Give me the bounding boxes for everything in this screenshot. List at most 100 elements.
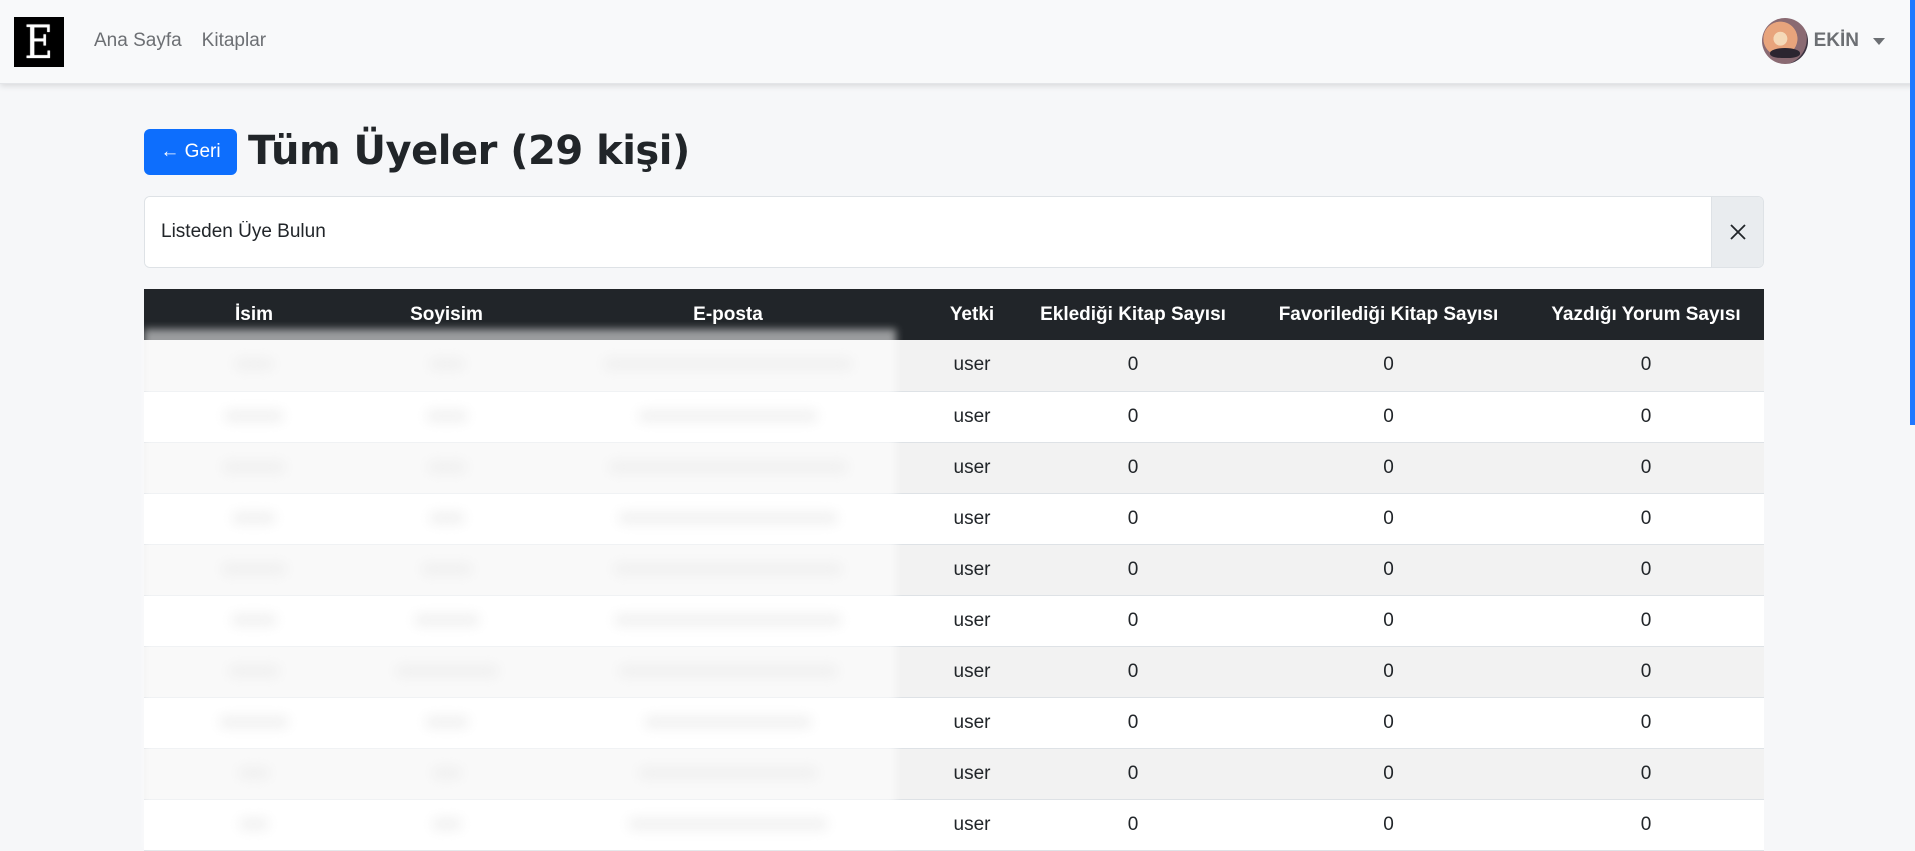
- cell-soyisim-redacted: [364, 544, 529, 596]
- cell-yetki: user: [927, 340, 1017, 392]
- cell-eklenen: 0: [1017, 442, 1249, 494]
- cell-eposta-redacted: [529, 493, 927, 545]
- cell-isim-redacted: [144, 595, 364, 647]
- cell-eposta-redacted: [529, 646, 927, 698]
- cell-yetki: user: [927, 442, 1017, 494]
- cell-yorum: 0: [1528, 799, 1764, 851]
- cell-eklenen: 0: [1017, 544, 1249, 596]
- cell-favori: 0: [1249, 340, 1528, 392]
- column-header-yetki[interactable]: Yetki: [927, 289, 1017, 340]
- back-button[interactable]: ← Geri: [144, 129, 237, 175]
- cell-isim-redacted: [144, 493, 364, 545]
- nav-link-kitaplar[interactable]: Kitaplar: [202, 30, 266, 52]
- column-header-eposta[interactable]: E-posta: [529, 289, 927, 340]
- cell-yorum: 0: [1528, 340, 1764, 392]
- user-name: EKİN: [1813, 30, 1859, 51]
- cell-yorum: 0: [1528, 748, 1764, 800]
- cell-eklenen: 0: [1017, 697, 1249, 749]
- column-header-isim[interactable]: İsim: [144, 289, 364, 340]
- table-row[interactable]: user 0 0 0: [144, 799, 1764, 851]
- cell-yorum: 0: [1528, 493, 1764, 545]
- cell-favori: 0: [1249, 748, 1528, 800]
- cell-eposta-redacted: [529, 340, 927, 392]
- cell-yetki: user: [927, 544, 1017, 596]
- table-row[interactable]: user 0 0 0: [144, 493, 1764, 545]
- search-input[interactable]: [145, 197, 1711, 267]
- table-header: İsim Soyisim E-posta Yetki Eklediği Kita…: [144, 289, 1764, 340]
- table-row[interactable]: user 0 0 0: [144, 544, 1764, 596]
- avatar: [1761, 18, 1808, 64]
- cell-yetki: user: [927, 697, 1017, 749]
- cell-soyisim-redacted: [364, 697, 529, 749]
- nav-link-ana-sayfa[interactable]: Ana Sayfa: [94, 30, 182, 52]
- close-icon: [1729, 224, 1746, 240]
- cell-isim-redacted: [144, 340, 364, 392]
- members-table-wrapper: İsim Soyisim E-posta Yetki Eklediği Kita…: [144, 289, 1764, 851]
- cell-yorum: 0: [1528, 697, 1764, 749]
- table-row[interactable]: user 0 0 0: [144, 391, 1764, 443]
- cell-yorum: 0: [1528, 391, 1764, 443]
- cell-soyisim-redacted: [364, 748, 529, 800]
- page-scrollbar[interactable]: [1910, 0, 1915, 425]
- cell-favori: 0: [1249, 697, 1528, 749]
- cell-soyisim-redacted: [364, 799, 529, 851]
- cell-soyisim-redacted: [364, 595, 529, 647]
- page-title: Tüm Üyeler (29 kişi): [248, 128, 690, 174]
- cell-soyisim-redacted: [364, 391, 529, 443]
- cell-favori: 0: [1249, 442, 1528, 494]
- cell-yetki: user: [927, 799, 1017, 851]
- table-row[interactable]: user 0 0 0: [144, 646, 1764, 698]
- cell-eposta-redacted: [529, 799, 927, 851]
- cell-isim-redacted: [144, 442, 364, 494]
- cell-favori: 0: [1249, 493, 1528, 545]
- table-row[interactable]: user 0 0 0: [144, 442, 1764, 494]
- nav-links: Ana Sayfa Kitaplar: [94, 30, 266, 52]
- cell-yorum: 0: [1528, 595, 1764, 647]
- cell-eklenen: 0: [1017, 391, 1249, 443]
- column-header-eklenen-kitap[interactable]: Eklediği Kitap Sayısı: [1017, 289, 1249, 340]
- cell-favori: 0: [1249, 595, 1528, 647]
- brand-logo[interactable]: E: [14, 17, 64, 67]
- cell-isim-redacted: [144, 391, 364, 443]
- cell-eposta-redacted: [529, 697, 927, 749]
- column-header-favori-kitap[interactable]: Favorilediği Kitap Sayısı: [1249, 289, 1528, 340]
- cell-eklenen: 0: [1017, 748, 1249, 800]
- cell-eklenen: 0: [1017, 340, 1249, 392]
- cell-yetki: user: [927, 646, 1017, 698]
- cell-isim-redacted: [144, 697, 364, 749]
- cell-eposta-redacted: [529, 442, 927, 494]
- cell-isim-redacted: [144, 646, 364, 698]
- caret-down-icon: [1873, 37, 1885, 45]
- cell-yetki: user: [927, 748, 1017, 800]
- cell-yorum: 0: [1528, 544, 1764, 596]
- cell-eposta-redacted: [529, 748, 927, 800]
- cell-eklenen: 0: [1017, 493, 1249, 545]
- cell-isim-redacted: [144, 544, 364, 596]
- cell-favori: 0: [1249, 799, 1528, 851]
- cell-favori: 0: [1249, 646, 1528, 698]
- table-row[interactable]: user 0 0 0: [144, 697, 1764, 749]
- brand-logo-letter: E: [24, 15, 54, 69]
- cell-favori: 0: [1249, 544, 1528, 596]
- cell-yetki: user: [927, 595, 1017, 647]
- cell-eklenen: 0: [1017, 595, 1249, 647]
- cell-eklenen: 0: [1017, 799, 1249, 851]
- table-row[interactable]: user 0 0 0: [144, 340, 1764, 392]
- top-navbar: E Ana Sayfa Kitaplar EKİN: [0, 0, 1915, 84]
- user-menu-toggle[interactable]: EKİN: [1761, 18, 1885, 64]
- member-search: [144, 196, 1764, 268]
- column-header-soyisim[interactable]: Soyisim: [364, 289, 529, 340]
- cell-favori: 0: [1249, 391, 1528, 443]
- table-row[interactable]: user 0 0 0: [144, 595, 1764, 647]
- cell-isim-redacted: [144, 799, 364, 851]
- clear-search-button[interactable]: [1711, 197, 1763, 267]
- cell-eklenen: 0: [1017, 646, 1249, 698]
- table-row[interactable]: user 0 0 0: [144, 748, 1764, 800]
- cell-yorum: 0: [1528, 646, 1764, 698]
- cell-soyisim-redacted: [364, 340, 529, 392]
- column-header-yorum-sayisi[interactable]: Yazdığı Yorum Sayısı: [1528, 289, 1764, 340]
- cell-soyisim-redacted: [364, 493, 529, 545]
- cell-yetki: user: [927, 493, 1017, 545]
- cell-soyisim-redacted: [364, 646, 529, 698]
- cell-yorum: 0: [1528, 442, 1764, 494]
